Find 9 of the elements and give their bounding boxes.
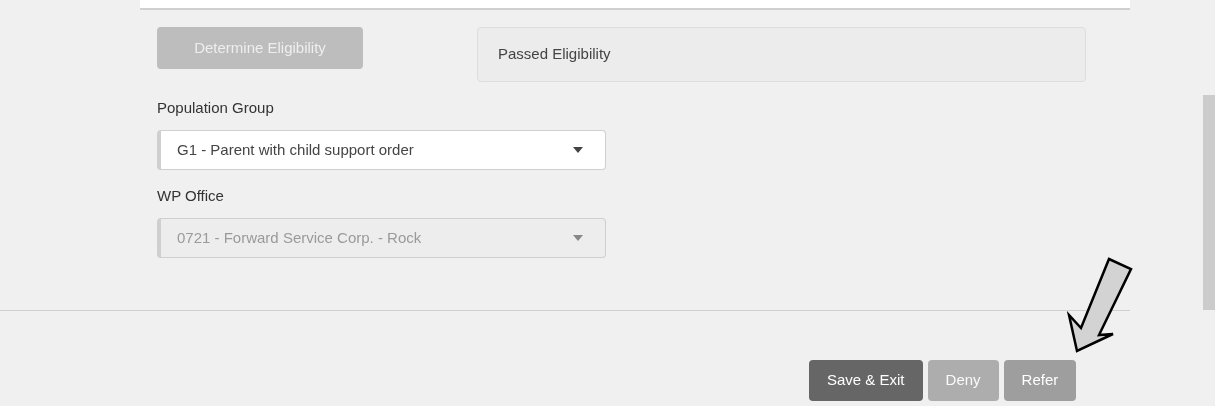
- caret-icon: [573, 147, 583, 153]
- eligibility-result: Passed Eligibility: [477, 27, 1086, 82]
- scrollbar-thumb[interactable]: [1203, 95, 1215, 310]
- field-label: WP Office: [157, 186, 225, 206]
- dropdown-field[interactable]: G1 - Parent with child support order: [157, 130, 606, 170]
- caret-icon: [573, 235, 583, 241]
- field-label: Population Group: [157, 98, 275, 118]
- action-button[interactable]: Save & Exit: [809, 360, 923, 401]
- action-button[interactable]: Refer: [1003, 360, 1077, 401]
